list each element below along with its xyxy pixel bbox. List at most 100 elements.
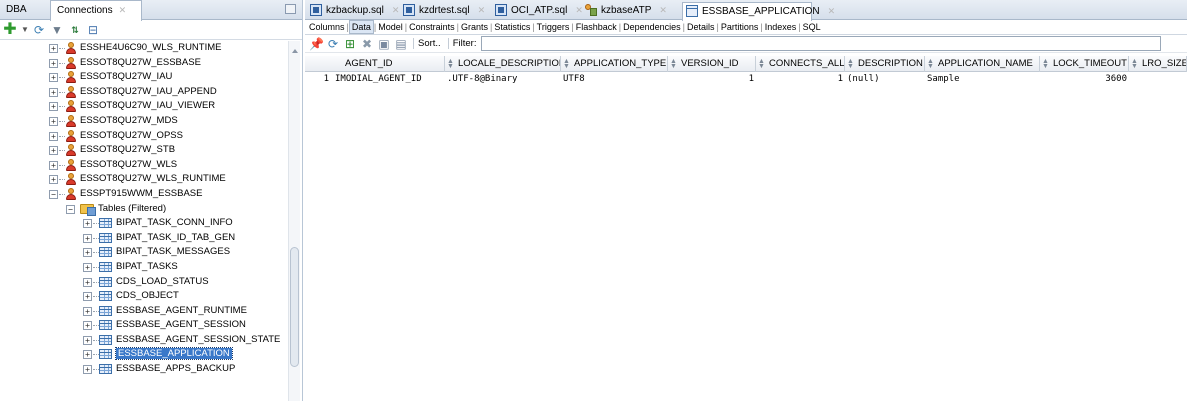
- tree-schema-item[interactable]: + ESSOT8QU27W_MDS: [0, 114, 290, 129]
- tree-table-item[interactable]: + BIPAT_TASK_ID_TAB_GEN: [0, 231, 290, 246]
- document-tab[interactable]: kzbaseATP ✕: [582, 2, 676, 20]
- tree-tables-folder[interactable]: − Tables (Filtered): [0, 202, 290, 217]
- expand-icon[interactable]: +: [49, 131, 58, 141]
- sort-arrows-icon[interactable]: ▲ ▼: [927, 58, 935, 70]
- subtab-partitions[interactable]: Partitions: [719, 20, 761, 34]
- refresh-icon[interactable]: ⟳: [326, 37, 340, 51]
- scroll-thumb[interactable]: [290, 247, 299, 367]
- table-cell[interactable]: Sample: [925, 72, 1040, 88]
- table-cell[interactable]: 3600: [1040, 72, 1129, 88]
- document-tab[interactable]: ESSBASE_APPLICATION ✕: [682, 2, 835, 21]
- collapse-icon[interactable]: −: [66, 204, 75, 214]
- column-header[interactable]: AGENT_ID: [333, 56, 445, 72]
- close-icon[interactable]: ✕: [119, 5, 127, 15]
- expand-icon[interactable]: +: [49, 160, 58, 170]
- tree-table-item[interactable]: + ESSBASE_APPLICATION: [0, 347, 290, 362]
- expand-icon[interactable]: +: [49, 175, 58, 185]
- tree-table-item[interactable]: + BIPAT_TASK_MESSAGES: [0, 245, 290, 260]
- expand-icon[interactable]: +: [83, 219, 92, 229]
- tree-schema-item[interactable]: + ESSHE4U6C90_WLS_RUNTIME: [0, 41, 290, 56]
- subtab-indexes[interactable]: Indexes: [763, 20, 799, 34]
- tree-schema-item[interactable]: + ESSOT8QU27W_IAU_VIEWER: [0, 99, 290, 114]
- collapse-icon[interactable]: ⊟: [86, 23, 100, 37]
- filter-input[interactable]: [481, 36, 1162, 51]
- expand-icon[interactable]: +: [83, 292, 92, 302]
- column-header[interactable]: ▲ ▼ DESCRIPTION: [845, 56, 925, 72]
- column-header[interactable]: ▲▼CONNECTS_ALLOWED: [756, 56, 845, 72]
- sort-arrows-icon[interactable]: ▲ ▼: [1042, 58, 1050, 70]
- expand-icon[interactable]: +: [83, 233, 92, 243]
- delete-row-icon[interactable]: ✖: [360, 37, 374, 51]
- document-tab[interactable]: kzbackup.sql ✕: [307, 2, 399, 20]
- filter-icon[interactable]: ▼: [50, 23, 64, 37]
- close-icon[interactable]: ✕: [659, 5, 667, 15]
- subtab-dependencies[interactable]: Dependencies: [621, 20, 683, 34]
- tree-table-item[interactable]: + ESSBASE_AGENT_SESSION: [0, 318, 290, 333]
- expand-icon[interactable]: +: [49, 87, 58, 97]
- add-connection-icon[interactable]: ✚: [3, 21, 17, 37]
- column-header[interactable]: ▲ ▼ LRO_SIZE: [1129, 56, 1187, 72]
- tree-table-item[interactable]: + ESSBASE_AGENT_RUNTIME: [0, 304, 290, 319]
- expand-icon[interactable]: +: [49, 146, 58, 156]
- rollback-icon[interactable]: ▤: [394, 37, 408, 51]
- tree-table-item[interactable]: + BIPAT_TASK_CONN_INFO: [0, 216, 290, 231]
- expand-icon[interactable]: +: [49, 58, 58, 68]
- sort-arrows-icon[interactable]: ▲ ▼: [447, 58, 455, 70]
- tree-schema-item[interactable]: + ESSOT8QU27W_IAU_APPEND: [0, 85, 290, 100]
- tree-table-item[interactable]: + CDS_OBJECT: [0, 289, 290, 304]
- table-cell[interactable]: 1: [668, 72, 756, 88]
- tree-table-item[interactable]: + CDS_LOAD_STATUS: [0, 275, 290, 290]
- schema-browser-icon[interactable]: ⇅: [68, 23, 82, 37]
- tree-scrollbar[interactable]: [288, 41, 300, 401]
- table-cell[interactable]: .UTF-8@Binary: [445, 72, 561, 88]
- sort-arrows-icon[interactable]: ▲ ▼: [670, 58, 678, 70]
- tab-connections[interactable]: Connections ✕: [50, 0, 142, 21]
- expand-icon[interactable]: +: [83, 335, 92, 345]
- subtab-grants[interactable]: Grants: [459, 20, 490, 34]
- close-icon[interactable]: ✕: [828, 6, 836, 16]
- tree-schema-item[interactable]: + ESSOT8QU27W_STB: [0, 143, 290, 158]
- column-header[interactable]: ▲ ▼ LOCK_TIMEOUT: [1040, 56, 1129, 72]
- column-header[interactable]: ▲ ▼ LOCALE_DESCRIPTION: [445, 56, 561, 72]
- sort-button[interactable]: Sort..: [413, 38, 445, 49]
- tree-schema-item[interactable]: + ESSOT8QU27W_WLS: [0, 158, 290, 173]
- subtab-constraints[interactable]: Constraints: [407, 20, 457, 34]
- column-header[interactable]: ▲ ▼ APPLICATION_TYPE: [561, 56, 668, 72]
- pin-icon[interactable]: 📌: [309, 37, 324, 51]
- expand-icon[interactable]: −: [49, 189, 58, 199]
- subtab-model[interactable]: Model: [376, 20, 405, 34]
- expand-icon[interactable]: +: [83, 306, 92, 316]
- tree-schema-item[interactable]: + ESSOT8QU27W_IAU: [0, 70, 290, 85]
- subtab-data[interactable]: Data: [348, 20, 374, 34]
- subtab-columns[interactable]: Columns: [307, 20, 347, 34]
- sort-arrows-icon[interactable]: ▲ ▼: [758, 58, 766, 70]
- subtab-triggers[interactable]: Triggers: [535, 20, 572, 34]
- insert-row-icon[interactable]: ⊞: [343, 37, 357, 51]
- subtab-sql[interactable]: SQL: [801, 20, 823, 34]
- close-icon[interactable]: ✕: [392, 5, 400, 15]
- document-tab[interactable]: OCI_ATP.sql ✕: [492, 2, 583, 20]
- table-cell[interactable]: 1: [756, 72, 845, 88]
- table-cell[interactable]: (null): [845, 72, 925, 88]
- commit-icon[interactable]: ▣: [377, 37, 391, 51]
- table-cell[interactable]: IMODIAL_AGENT_ID: [333, 72, 445, 88]
- subtab-statistics[interactable]: Statistics: [492, 20, 532, 34]
- expand-icon[interactable]: +: [83, 321, 92, 331]
- column-header[interactable]: ▲ ▼ VERSION_ID: [668, 56, 756, 72]
- sort-arrows-icon[interactable]: ▲ ▼: [1131, 58, 1139, 70]
- tab-dba[interactable]: DBA: [0, 0, 50, 20]
- expand-icon[interactable]: +: [83, 248, 92, 258]
- expand-icon[interactable]: +: [49, 116, 58, 126]
- expand-icon[interactable]: +: [49, 73, 58, 83]
- scroll-up-icon[interactable]: [292, 49, 298, 53]
- tree-table-item[interactable]: + ESSBASE_AGENT_SESSION_STATE: [0, 333, 290, 348]
- tree-table-item[interactable]: + ESSBASE_APPS_BACKUP: [0, 362, 290, 377]
- subtab-details[interactable]: Details: [685, 20, 717, 34]
- tree-schema-item[interactable]: + ESSOT8QU27W_OPSS: [0, 129, 290, 144]
- expand-icon[interactable]: +: [83, 262, 92, 272]
- expand-icon[interactable]: +: [83, 350, 92, 360]
- subtab-flashback[interactable]: Flashback: [574, 20, 619, 34]
- chevron-down-icon[interactable]: ▼: [21, 23, 29, 37]
- sort-arrows-icon[interactable]: ▲ ▼: [563, 58, 571, 70]
- expand-icon[interactable]: +: [83, 277, 92, 287]
